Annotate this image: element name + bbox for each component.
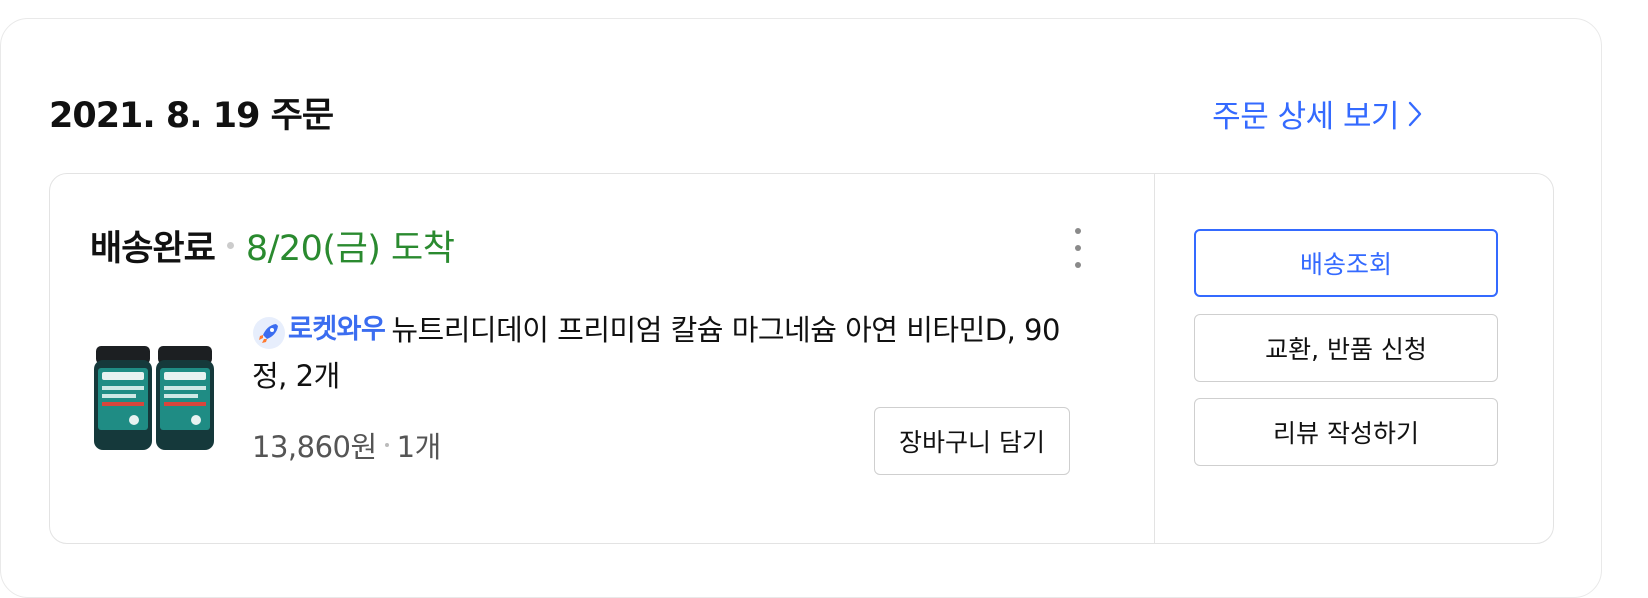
- rocket-wow-label: 로켓와우: [288, 314, 386, 345]
- order-item-box: 배송완료 8/20(금) 도착 로켓와우 뉴트리디데이 프리미엄 칼슘 마그네슘…: [49, 173, 1554, 544]
- rocket-wow-badge: 로켓와우: [252, 307, 386, 353]
- track-shipment-button[interactable]: 배송조회: [1194, 229, 1498, 297]
- order-detail-label: 주문 상세 보기: [1212, 99, 1399, 135]
- price-separator-dot: [384, 443, 389, 447]
- more-dot: [1075, 245, 1081, 251]
- status-separator-dot: [226, 242, 234, 249]
- rocket-icon: [253, 317, 285, 349]
- product-info: 로켓와우 뉴트리디데이 프리미엄 칼슘 마그네슘 아연 비타민D, 90정, 2…: [252, 307, 1072, 399]
- more-dot: [1075, 262, 1081, 268]
- write-review-button[interactable]: 리뷰 작성하기: [1194, 398, 1498, 466]
- shipment-status: 배송완료: [90, 229, 216, 269]
- product-name-line[interactable]: 로켓와우 뉴트리디데이 프리미엄 칼슘 마그네슘 아연 비타민D, 90정, 2…: [252, 307, 1072, 399]
- vertical-divider: [1154, 174, 1155, 543]
- chevron-right-icon: [1408, 101, 1422, 126]
- order-date: 2021. 8. 19 주문: [49, 96, 334, 136]
- more-dot: [1075, 228, 1081, 234]
- exchange-return-button[interactable]: 교환, 반품 신청: [1194, 314, 1498, 382]
- shipment-status-line: 배송완료 8/20(금) 도착: [90, 220, 455, 271]
- price-line: 13,860원 1개: [252, 424, 441, 466]
- order-detail-link[interactable]: 주문 상세 보기: [1212, 91, 1423, 136]
- product-quantity: 1개: [396, 430, 442, 464]
- product-price: 13,860원: [252, 430, 377, 464]
- add-to-cart-button[interactable]: 장바구니 담기: [874, 407, 1070, 475]
- product-image[interactable]: [90, 342, 218, 454]
- order-item-main: 배송완료 8/20(금) 도착 로켓와우 뉴트리디데이 프리미엄 칼슘 마그네슘…: [50, 174, 1154, 543]
- arrival-date: 8/20(금) 도착: [245, 229, 455, 269]
- order-card: 2021. 8. 19 주문 주문 상세 보기 배송완료 8/20(금) 도착: [0, 18, 1602, 598]
- more-options-button[interactable]: [1066, 228, 1090, 268]
